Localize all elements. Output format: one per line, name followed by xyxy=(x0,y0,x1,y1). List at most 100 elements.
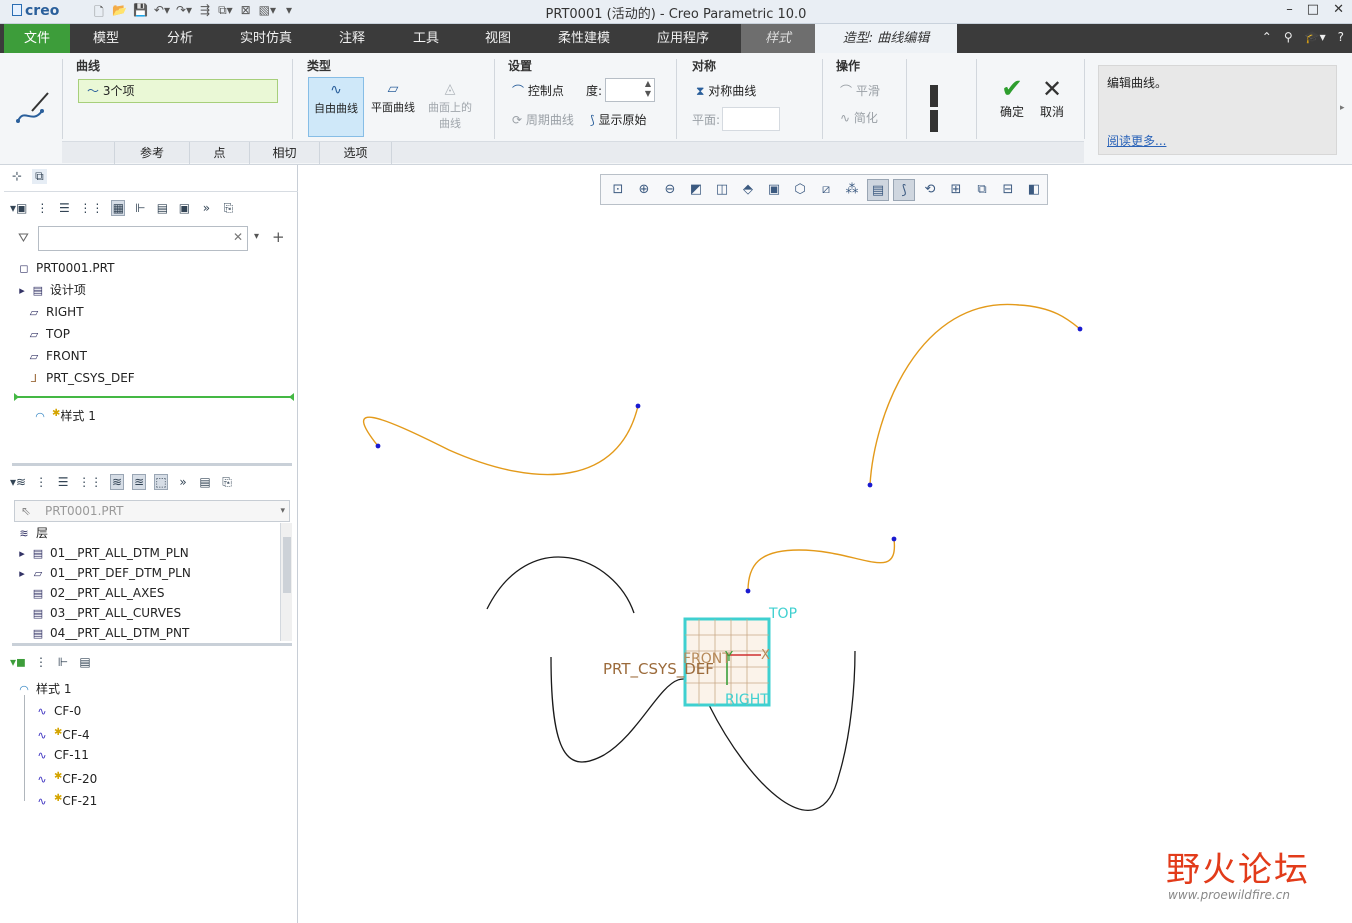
model-tree-tab-icon[interactable]: ⊹ xyxy=(12,169,22,184)
tab-analysis[interactable]: 分析 xyxy=(142,24,218,53)
more-icon[interactable]: ⋮ xyxy=(34,475,48,489)
layer-export-icon[interactable]: ⎘ xyxy=(220,475,234,490)
layer-row[interactable]: ▤ 04__PRT_ALL_DTM_PNT xyxy=(30,623,190,643)
layer-scrollbar[interactable] xyxy=(280,523,292,641)
tree-item-design-items[interactable]: ▸ ▤ 设计项 xyxy=(18,280,86,300)
tab-model[interactable]: 模型 xyxy=(70,24,142,53)
minimize-button[interactable]: – xyxy=(1286,2,1293,17)
chevron-down-icon[interactable]: ▾ xyxy=(280,501,285,521)
expand-more-icon[interactable]: » xyxy=(199,201,213,215)
read-more-link[interactable]: 阅读更多... xyxy=(1107,132,1166,149)
scrollbar-thumb[interactable] xyxy=(283,537,291,593)
free-curve-button[interactable]: ∿ 自由曲线 xyxy=(308,77,364,137)
clear-search-icon[interactable]: ✕ xyxy=(233,230,243,244)
tab-points[interactable]: 点 xyxy=(190,142,250,164)
tab-tangency[interactable]: 相切 xyxy=(250,142,320,164)
periodic-curve-toggle[interactable]: ⟳ 周期曲线 xyxy=(512,111,574,128)
layer-menu-icon[interactable]: ▾≋ xyxy=(10,475,26,489)
show-icon[interactable]: ⊩ xyxy=(133,201,147,215)
tab-tools[interactable]: 工具 xyxy=(390,24,462,53)
degree-spinner[interactable]: ▲ ▼ xyxy=(605,78,655,102)
ok-button[interactable]: ✔ 确定 xyxy=(996,75,1028,120)
search-icon[interactable]: ⚲ xyxy=(1284,30,1293,44)
layers-view-icon[interactable]: ▤ xyxy=(155,201,169,215)
tree-filter-icon[interactable]: ☰ xyxy=(57,201,71,215)
layer-row[interactable]: ▸ ▱ 01__PRT_DEF_DTM_PLN xyxy=(18,563,191,583)
tab-options[interactable]: 选项 xyxy=(320,142,392,164)
panel-splitter[interactable] xyxy=(12,463,292,466)
add-icon[interactable]: + xyxy=(272,228,285,246)
tab-file[interactable]: 文件 xyxy=(4,24,70,53)
symmetry-plane-field[interactable] xyxy=(722,107,780,131)
layer-show-icon[interactable]: ≋ xyxy=(110,474,125,490)
more-icon[interactable]: ⋮ xyxy=(35,201,49,215)
expand-more-icon[interactable]: » xyxy=(176,475,190,489)
spinner-arrows-icon[interactable]: ▲ ▼ xyxy=(645,79,651,99)
collapse-ribbon-icon[interactable]: ⌃ xyxy=(1262,30,1272,44)
expand-arrow-icon[interactable]: ▸ xyxy=(18,544,26,564)
expand-arrow-icon[interactable]: ▸ xyxy=(18,564,26,584)
model-graphics[interactable]: TOP FRONT RIGHT PRT_CSYS_DEF X Y xyxy=(299,165,1352,923)
tree-item-csys[interactable]: ⅃ PRT_CSYS_DEF xyxy=(26,368,135,388)
tab-style[interactable]: 样式 xyxy=(741,24,815,53)
style-tree-settings-icon[interactable]: ▤ xyxy=(78,655,92,669)
help-icon[interactable]: ? xyxy=(1338,30,1344,44)
show-icon[interactable]: ⊩ xyxy=(56,655,70,669)
maximize-button[interactable]: □ xyxy=(1307,2,1319,17)
planar-curve-button[interactable]: ▱ 平面曲线 xyxy=(365,77,421,137)
model-tree-menu-icon[interactable]: ▾▣ xyxy=(10,201,27,215)
layer-row[interactable]: ▤ 02__PRT_ALL_AXES xyxy=(30,583,165,603)
curve-on-surface-button[interactable]: ◬ 曲面上的 曲线 xyxy=(422,77,478,137)
layer-list-icon[interactable]: ☰ xyxy=(56,475,70,489)
tab-flexible-modeling[interactable]: 柔性建模 xyxy=(534,24,634,53)
curve-collector[interactable]: 〜 3个项 xyxy=(78,79,278,103)
expand-arrow-icon[interactable]: ▸ xyxy=(18,281,26,301)
tree-item-style-1[interactable]: ◠ ✱样式 1 xyxy=(32,404,96,424)
search-options-icon[interactable]: ▾ xyxy=(254,231,259,242)
style-curve-item[interactable]: ∿ ✱CF-20 xyxy=(34,767,97,787)
cancel-button[interactable]: ✕ 取消 xyxy=(1036,75,1068,120)
tree-properties-icon[interactable]: ▣ xyxy=(177,201,191,215)
tab-applications[interactable]: 应用程序 xyxy=(634,24,732,53)
smooth-button[interactable]: ⌒ 平滑 xyxy=(840,82,880,99)
folder-browser-tab-icon[interactable]: ⧉ xyxy=(32,169,47,184)
search-input[interactable]: ✕ xyxy=(38,226,248,251)
tab-references[interactable]: 参考 xyxy=(114,142,190,164)
layer-isolate-icon[interactable]: ⬚ xyxy=(154,474,169,490)
tree-item-right[interactable]: ▱ RIGHT xyxy=(26,302,84,322)
layer-row[interactable]: ▸ ▤ 01__PRT_ALL_DTM_PLN xyxy=(18,543,188,564)
filter-icon[interactable]: ⛛ xyxy=(18,231,29,246)
tree-root[interactable]: ◻ PRT0001.PRT xyxy=(16,258,114,278)
symmetric-curve-toggle[interactable]: ⧗ 对称曲线 xyxy=(696,82,756,99)
panel-splitter[interactable] xyxy=(12,643,292,646)
show-original-toggle[interactable]: ⟆ 显示原始 xyxy=(590,111,647,128)
layer-columns-icon[interactable]: ⋮⋮ xyxy=(78,475,102,489)
tree-columns-icon[interactable]: ⋮⋮ xyxy=(79,201,103,215)
style-curve-item[interactable]: ∿ CF-0 xyxy=(34,701,81,721)
style-curve-item[interactable]: ∿ ✱CF-21 xyxy=(34,789,97,809)
layer-row[interactable]: ▤ 03__PRT_ALL_CURVES xyxy=(30,603,181,623)
pause-button[interactable] xyxy=(930,85,954,132)
tree-export-icon[interactable]: ⎘ xyxy=(221,201,235,216)
more-icon[interactable]: ⋮ xyxy=(34,655,48,669)
simplify-button[interactable]: ∿ 简化 xyxy=(840,109,878,126)
tab-annotate[interactable]: 注释 xyxy=(314,24,390,53)
style-tree-menu-icon[interactable]: ▾◼ xyxy=(10,655,26,669)
expand-panel-icon[interactable]: ▸ xyxy=(1340,103,1345,113)
tree-item-front[interactable]: ▱ FRONT xyxy=(26,346,87,366)
tab-live-simulation[interactable]: 实时仿真 xyxy=(218,24,314,53)
graphics-window[interactable]: ⊡ ⊕ ⊖ ◩ ◫ ⬘ ▣ ⬡ ⧄ ⁂ ▤ ⟆ ⟲ ⊞ ⧉ ⊟ ◧ TOP FR… xyxy=(299,165,1352,923)
control-points-toggle[interactable]: ⌒ 控制点 xyxy=(512,82,564,99)
insert-here-marker[interactable] xyxy=(14,393,294,401)
layer-model-select[interactable]: ⇖ PRT0001.PRT ▾ xyxy=(14,500,290,522)
community-icon[interactable]: 🎓▾ xyxy=(1305,30,1326,44)
layer-hide-icon[interactable]: ≊ xyxy=(132,474,147,490)
close-button[interactable]: ✕ xyxy=(1333,2,1344,17)
tab-curve-edit[interactable]: 造型: 曲线编辑 xyxy=(815,24,957,53)
layer-properties-icon[interactable]: ▤ xyxy=(198,475,212,489)
tree-item-top[interactable]: ▱ TOP xyxy=(26,324,70,344)
style-curve-item[interactable]: ∿ CF-11 xyxy=(34,745,89,765)
tab-view[interactable]: 视图 xyxy=(462,24,534,53)
tree-settings-icon[interactable]: ▦ xyxy=(111,200,126,216)
style-curve-item[interactable]: ∿ ✱CF-4 xyxy=(34,723,89,743)
